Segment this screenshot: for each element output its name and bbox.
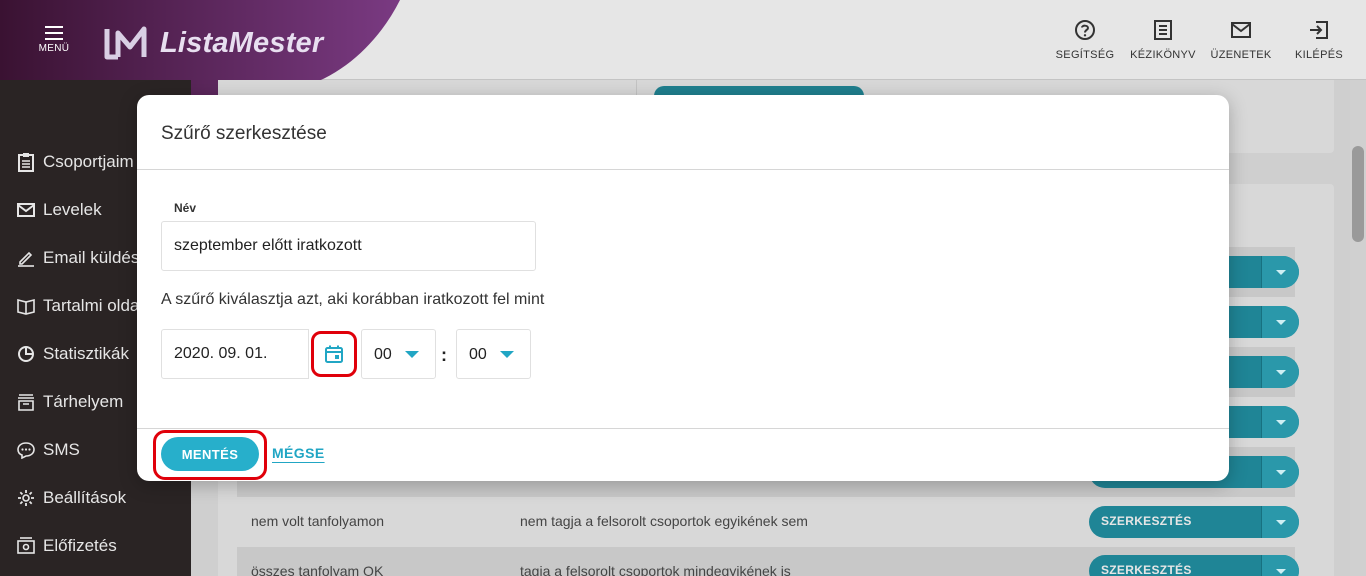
save-button-highlight: MENTÉS xyxy=(153,430,267,480)
caret-down-icon xyxy=(405,351,419,358)
caret-down-icon xyxy=(1276,320,1286,325)
top-header: MENÜ ListaMester SEGÍTSÉG KÉZIKÖNYV ÜZEN… xyxy=(0,0,1366,108)
hour-select[interactable]: 00 xyxy=(361,329,436,379)
billing-icon xyxy=(17,537,35,554)
calendar-icon xyxy=(325,345,343,363)
chat-icon xyxy=(17,442,35,459)
logout-label: KILÉPÉS xyxy=(1295,49,1343,61)
manual-button[interactable]: KÉZIKÖNYV xyxy=(1124,19,1202,63)
help-icon xyxy=(1075,20,1095,40)
filter-condition-cell: tagja a felsorolt csoportok mindegyikéne… xyxy=(520,563,791,576)
edit-button-label: SZERKESZTÉS xyxy=(1101,563,1192,576)
sidebar-item-label: Statisztikák xyxy=(43,344,129,363)
dropdown-toggle[interactable] xyxy=(1261,256,1299,288)
listamester-logo-icon xyxy=(104,26,147,60)
sidebar-item-label: Csoportjaim xyxy=(43,152,134,171)
book-icon xyxy=(17,298,35,315)
sidebar-item-settings[interactable]: Beállítások xyxy=(17,484,126,512)
hour-value: 00 xyxy=(374,346,392,363)
filter-name-cell: összes tanfolyam OK xyxy=(251,563,384,576)
sidebar-item-label: SMS xyxy=(43,440,80,459)
sidebar-item-storage[interactable]: Tárhelyem xyxy=(17,388,123,416)
filter-condition-cell: nem tagja a felsorolt csoportok egyikéne… xyxy=(520,513,808,529)
cancel-link[interactable]: MÉGSE xyxy=(272,445,325,461)
help-button[interactable]: SEGÍTSÉG xyxy=(1046,19,1124,63)
messages-label: ÜZENETEK xyxy=(1210,49,1272,61)
edit-split-button[interactable]: SZERKESZTÉS xyxy=(1089,506,1299,538)
dialog-title: Szűrő szerkesztése xyxy=(161,123,327,144)
sidebar-item-label: Email küldés xyxy=(43,248,140,267)
help-label: SEGÍTSÉG xyxy=(1055,49,1115,61)
caret-down-icon xyxy=(1276,569,1286,574)
envelope-icon xyxy=(17,203,35,217)
messages-button[interactable]: ÜZENETEK xyxy=(1202,19,1280,63)
hamburger-icon xyxy=(45,26,63,40)
menu-label: MENÜ xyxy=(38,43,70,54)
page-scrollbar[interactable] xyxy=(1350,80,1366,576)
manual-icon xyxy=(1154,20,1172,40)
divider xyxy=(137,169,1229,170)
scrollbar-thumb[interactable] xyxy=(1352,146,1364,242)
sidebar-item-groups[interactable]: Csoportjaim xyxy=(17,148,134,176)
pie-chart-icon xyxy=(18,346,34,362)
sidebar-item-subscription[interactable]: Előfizetés xyxy=(17,532,117,560)
sidebar-item-email-send[interactable]: Email küldés xyxy=(17,244,139,272)
sidebar-item-sms[interactable]: SMS xyxy=(17,436,80,464)
gear-icon xyxy=(18,490,34,506)
dropdown-toggle[interactable] xyxy=(1261,506,1299,538)
sidebar-item-letters[interactable]: Levelek xyxy=(17,196,102,224)
name-field-label: Név xyxy=(174,201,197,215)
archive-icon xyxy=(18,394,34,411)
edit-button-label: SZERKESZTÉS xyxy=(1101,514,1192,528)
edit-split-button[interactable]: SZERKESZTÉS xyxy=(1089,555,1299,576)
filter-name-cell: nem volt tanfolyamon xyxy=(251,513,385,529)
top-actions: SEGÍTSÉG KÉZIKÖNYV ÜZENETEK KILÉPÉS xyxy=(1046,19,1358,63)
filter-description: A szűrő kiválasztja azt, aki korábban ir… xyxy=(161,291,545,308)
divider xyxy=(137,428,1229,429)
sidebar-item-label: Levelek xyxy=(43,200,102,219)
logo-text: ListaMester xyxy=(160,26,324,59)
edit-filter-dialog: Szűrő szerkesztése Név A szűrő kiválaszt… xyxy=(137,95,1229,481)
filter-name-input[interactable] xyxy=(161,221,536,271)
caret-down-icon xyxy=(500,351,514,358)
logout-icon xyxy=(1310,21,1328,39)
caret-down-icon xyxy=(1276,420,1286,425)
logout-button[interactable]: KILÉPÉS xyxy=(1280,19,1358,63)
caret-down-icon xyxy=(1276,520,1286,525)
manual-label: KÉZIKÖNYV xyxy=(1130,49,1196,61)
minute-value: 00 xyxy=(469,346,487,363)
menu-button[interactable]: MENÜ xyxy=(34,26,74,66)
sidebar-item-label: Beállítások xyxy=(43,488,127,507)
logo[interactable]: ListaMester xyxy=(104,25,323,61)
caret-down-icon xyxy=(1276,370,1286,375)
dropdown-toggle[interactable] xyxy=(1261,356,1299,388)
date-picker-button[interactable] xyxy=(311,331,357,377)
dropdown-toggle[interactable] xyxy=(1261,306,1299,338)
date-input[interactable] xyxy=(161,329,309,379)
dropdown-toggle[interactable] xyxy=(1261,555,1299,576)
dropdown-toggle[interactable] xyxy=(1261,456,1299,488)
caret-down-icon xyxy=(1276,270,1286,275)
mail-icon xyxy=(1231,22,1251,38)
time-separator: : xyxy=(441,345,447,365)
sidebar-item-label: Előfizetés xyxy=(43,536,117,555)
sidebar-item-statistics[interactable]: Statisztikák xyxy=(17,340,129,368)
dropdown-toggle[interactable] xyxy=(1261,406,1299,438)
sidebar-item-label: Tárhelyem xyxy=(43,392,124,411)
save-button[interactable]: MENTÉS xyxy=(161,437,259,471)
clipboard-icon xyxy=(18,153,34,172)
caret-down-icon xyxy=(1276,470,1286,475)
minute-select[interactable]: 00 xyxy=(456,329,531,379)
pencil-icon xyxy=(18,251,34,267)
